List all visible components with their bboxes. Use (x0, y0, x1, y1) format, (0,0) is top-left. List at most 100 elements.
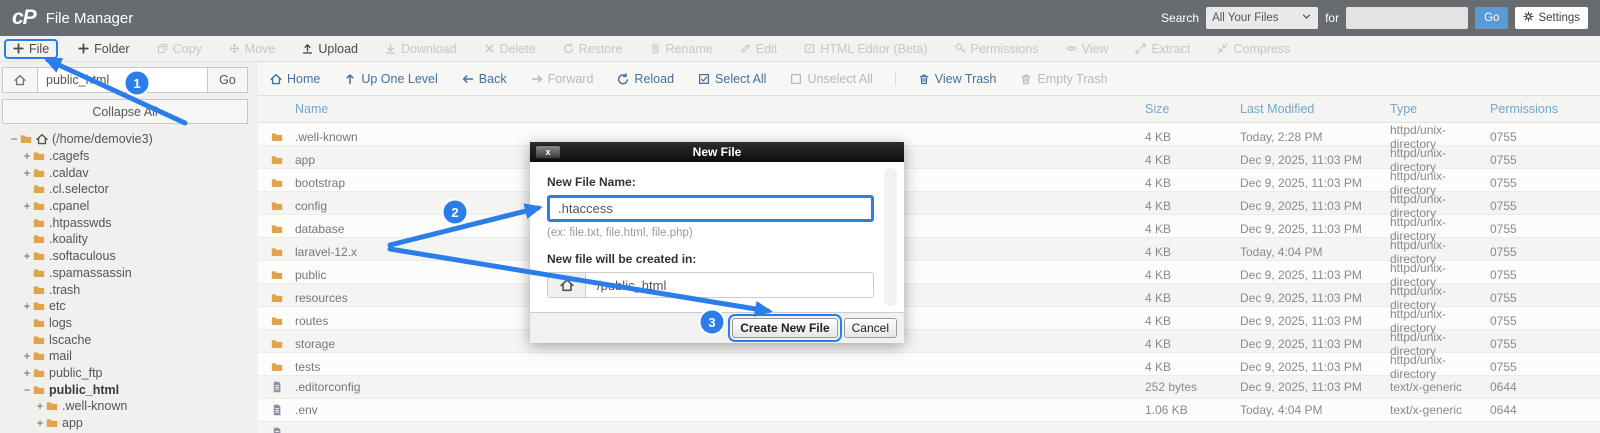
cell-modified: Dec 9, 2025, 11:03 PM (1240, 268, 1390, 282)
column-header-name[interactable]: Name (295, 102, 1145, 116)
file-icon (271, 404, 283, 416)
collapse-toggle[interactable]: − (8, 132, 20, 146)
column-header-last-modified[interactable]: Last Modified (1240, 102, 1390, 116)
cell-perms: 0755 (1490, 291, 1600, 305)
folder-icon (33, 367, 45, 379)
tree-item-mail[interactable]: + mail (2, 348, 248, 365)
toolbar-label: Compress (1233, 42, 1290, 56)
tree-item-label: mail (49, 349, 72, 363)
toolbar-html-editor-beta-button: HTML Editor (Beta) (804, 42, 927, 56)
tree-item-public-html[interactable]: − public_html (2, 381, 248, 398)
tree-item-well-known[interactable]: +.well-known (2, 398, 248, 415)
cell-perms: 0755 (1490, 153, 1600, 167)
toolbar-file-button[interactable]: File (4, 39, 58, 59)
expand-toggle[interactable]: + (21, 349, 33, 363)
expand-toggle[interactable]: + (34, 399, 46, 413)
table-row-tests[interactable]: tests4 KBDec 9, 2025, 11:03 PMhttpd/unix… (258, 353, 1600, 376)
location-path-value[interactable]: /public_html (586, 273, 873, 297)
new-file-name-label: New File Name: (547, 175, 874, 189)
toolbar-edit-button: Edit (740, 42, 778, 56)
toolbar-label: HTML Editor (Beta) (820, 42, 927, 56)
table-row-storage[interactable]: storage4 KBDec 9, 2025, 11:03 PMhttpd/un… (258, 330, 1600, 353)
tree-item-htpasswds[interactable]: .htpasswds (2, 214, 248, 231)
column-header-permissions[interactable]: Permissions (1490, 102, 1600, 116)
path-home-button[interactable] (2, 67, 38, 93)
expand-toggle[interactable]: + (21, 149, 33, 163)
cell-modified: Today, 4:04 PM (1240, 245, 1390, 259)
tree-item-label: public_html (49, 383, 119, 397)
folder-icon (271, 338, 283, 350)
create-new-file-button[interactable]: Create New File (732, 318, 837, 338)
cancel-button[interactable]: Cancel (844, 318, 897, 338)
close-icon[interactable]: x (535, 145, 561, 159)
tree-item-lscache[interactable]: lscache (2, 331, 248, 348)
nav-up-one-level-button[interactable]: Up One Level (344, 72, 437, 86)
tree-item-home-demovie3[interactable]: −(/home/demovie3) (2, 131, 248, 148)
collapse-all-button[interactable]: Collapse All (2, 99, 248, 124)
table-row-env[interactable]: .env1.06 KBToday, 4:04 PMtext/x-generic0… (258, 399, 1600, 422)
cell-modified: Dec 9, 2025, 11:03 PM (1240, 222, 1390, 236)
expand-toggle[interactable]: + (21, 166, 33, 180)
tree-item-softaculous[interactable]: +.softaculous (2, 248, 248, 265)
table-row-resources[interactable]: resources4 KBDec 9, 2025, 11:03 PMhttpd/… (258, 284, 1600, 307)
tree-item-logs[interactable]: logs (2, 315, 248, 332)
new-file-name-input[interactable] (547, 195, 874, 222)
expand-toggle[interactable]: + (21, 366, 33, 380)
table-row-database[interactable]: database4 KBDec 9, 2025, 11:03 PMhttpd/u… (258, 215, 1600, 238)
table-row-well-known[interactable]: .well-known4 KBToday, 2:28 PMhttpd/unix-… (258, 123, 1600, 146)
cell-size: 4 KB (1145, 337, 1240, 351)
path-input[interactable] (38, 67, 208, 93)
table-row-config[interactable]: config4 KBDec 9, 2025, 11:03 PMhttpd/uni… (258, 192, 1600, 215)
tree-item-trash[interactable]: .trash (2, 281, 248, 298)
toolbar-label: View (1082, 42, 1109, 56)
folder-icon (271, 269, 283, 281)
tree-item-app[interactable]: +app (2, 415, 248, 432)
toolbar-upload-button[interactable]: Upload (302, 42, 358, 56)
column-header-size[interactable]: Size (1145, 102, 1240, 116)
cell-size: 1.06 KB (1145, 403, 1240, 417)
nav-home-button[interactable]: Home (270, 72, 320, 86)
column-header-type[interactable]: Type (1390, 102, 1490, 116)
expand-toggle[interactable]: + (21, 299, 33, 313)
tree-item-cagefs[interactable]: +.cagefs (2, 148, 248, 165)
cell-size: 252 bytes (1145, 380, 1240, 394)
search-input[interactable] (1346, 7, 1468, 29)
table-row-public[interactable]: public4 KBDec 9, 2025, 11:03 PMhttpd/uni… (258, 261, 1600, 284)
location-home-button[interactable] (548, 273, 586, 297)
tree-item-public-ftp[interactable]: +public_ftp (2, 365, 248, 382)
table-row-partial[interactable] (258, 422, 1600, 433)
nav-back-button[interactable]: Back (462, 72, 507, 86)
tree-item-caldav[interactable]: +.caldav (2, 164, 248, 181)
dialog-scrollbar[interactable] (884, 168, 897, 306)
table-row-bootstrap[interactable]: bootstrap4 KBDec 9, 2025, 11:03 PMhttpd/… (258, 169, 1600, 192)
folder-icon (33, 384, 45, 396)
search-scope-select[interactable]: All Your Files (1206, 7, 1318, 29)
table-row-app[interactable]: app4 KBDec 9, 2025, 11:03 PMhttpd/unix-d… (258, 146, 1600, 169)
nav-view-trash-button[interactable]: View Trash (895, 72, 997, 86)
toolbar-folder-button[interactable]: Folder (78, 42, 129, 56)
toolbar-label: Delete (500, 42, 536, 56)
tree-item-cl-selector[interactable]: .cl.selector (2, 181, 248, 198)
cell-modified: Dec 9, 2025, 11:03 PM (1240, 199, 1390, 213)
table-row-editorconfig[interactable]: .editorconfig252 bytesDec 9, 2025, 11:03… (258, 376, 1600, 399)
tree-item-etc[interactable]: +etc (2, 298, 248, 315)
nav-select-all-button[interactable]: Select All (698, 72, 766, 86)
expand-toggle[interactable]: + (34, 416, 46, 430)
search-go-button[interactable]: Go (1475, 7, 1508, 29)
collapse-toggle[interactable]: − (21, 383, 33, 397)
expand-toggle[interactable]: + (21, 249, 33, 263)
arrow-left-icon (462, 73, 474, 85)
nav-reload-button[interactable]: Reload (617, 72, 674, 86)
cell-size: 4 KB (1145, 360, 1240, 374)
tree-item-koality[interactable]: .koality (2, 231, 248, 248)
html-editor-icon (804, 43, 815, 54)
table-row-laravel-12-x[interactable]: laravel-12.x4 KBToday, 4:04 PMhttpd/unix… (258, 238, 1600, 261)
path-go-button[interactable]: Go (208, 67, 248, 93)
table-row-routes[interactable]: routes4 KBDec 9, 2025, 11:03 PMhttpd/uni… (258, 307, 1600, 330)
tree-item-spamassassin[interactable]: .spamassassin (2, 265, 248, 282)
toolbar-label: Upload (318, 42, 358, 56)
tree-item-cpanel[interactable]: +.cpanel (2, 198, 248, 215)
toolbar-label: Restore (579, 42, 623, 56)
expand-toggle[interactable]: + (21, 199, 33, 213)
settings-button[interactable]: Settings (1515, 7, 1588, 29)
